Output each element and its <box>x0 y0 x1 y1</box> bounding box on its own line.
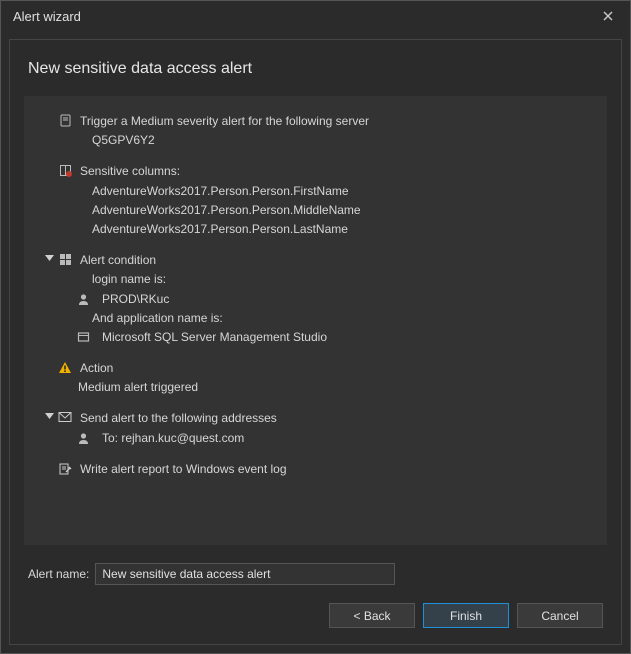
sensitive-column-item: AdventureWorks2017.Person.Person.FirstNa… <box>42 182 591 201</box>
login-name-row: PROD\RKuc <box>42 290 591 309</box>
alert-condition-label: Alert condition <box>74 251 156 270</box>
app-name-label: And application name is: <box>42 309 591 328</box>
back-button[interactable]: < Back <box>329 603 415 628</box>
chevron-down-icon <box>45 411 54 420</box>
action-label: Action <box>74 359 113 378</box>
expand-toggle[interactable] <box>42 251 56 262</box>
user-icon <box>77 293 90 306</box>
action-text: Medium alert triggered <box>42 378 591 397</box>
sensitive-column-item: AdventureWorks2017.Person.Person.MiddleN… <box>42 201 591 220</box>
trigger-row: Trigger a Medium severity alert for the … <box>42 112 591 131</box>
login-name-label: login name is: <box>42 270 591 289</box>
alert-name-row: Alert name: <box>24 545 607 589</box>
recipient-row: To: rejhan.kuc@quest.com <box>42 429 591 448</box>
button-row: < Back Finish Cancel <box>24 589 607 630</box>
sensitive-columns-label: Sensitive columns: <box>74 162 180 181</box>
user-icon <box>77 432 90 445</box>
page-heading: New sensitive data access alert <box>24 54 607 96</box>
window-title: Alert wizard <box>13 9 594 24</box>
titlebar: Alert wizard <box>1 1 630 31</box>
chevron-down-icon <box>45 253 54 262</box>
login-name-value: PROD\RKuc <box>92 290 169 309</box>
cancel-button[interactable]: Cancel <box>517 603 603 628</box>
alert-name-input[interactable] <box>95 563 395 585</box>
send-alert-label: Send alert to the following addresses <box>74 409 277 428</box>
server-icon <box>59 114 72 127</box>
event-log-icon <box>58 462 72 476</box>
alert-condition-row: Alert condition <box>42 251 591 270</box>
trigger-label: Trigger a Medium severity alert for the … <box>74 112 369 131</box>
close-button[interactable] <box>594 4 622 28</box>
write-log-label: Write alert report to Windows event log <box>74 460 287 479</box>
wizard-panel: New sensitive data access alert Trigger … <box>9 39 622 645</box>
application-icon <box>77 331 90 344</box>
app-name-value: Microsoft SQL Server Management Studio <box>92 328 327 347</box>
expand-toggle[interactable] <box>42 409 56 420</box>
sensitive-columns-row: Sensitive columns: <box>42 162 591 181</box>
sensitive-column-item: AdventureWorks2017.Person.Person.LastNam… <box>42 220 591 239</box>
action-row: Action <box>42 359 591 378</box>
app-name-row: Microsoft SQL Server Management Studio <box>42 328 591 347</box>
alert-name-label: Alert name: <box>28 567 95 581</box>
send-alert-row: Send alert to the following addresses <box>42 409 591 428</box>
mail-icon <box>58 411 72 423</box>
summary-panel: Trigger a Medium severity alert for the … <box>24 96 607 545</box>
close-icon <box>603 11 613 21</box>
finish-button[interactable]: Finish <box>423 603 509 628</box>
alert-wizard-window: Alert wizard New sensitive data access a… <box>0 0 631 654</box>
write-log-row: Write alert report to Windows event log <box>42 460 591 479</box>
warning-icon <box>58 361 72 375</box>
recipient-to: To: rejhan.kuc@quest.com <box>92 429 244 448</box>
condition-icon <box>59 253 72 266</box>
columns-icon <box>59 164 72 177</box>
trigger-server: Q5GPV6Y2 <box>42 131 591 150</box>
